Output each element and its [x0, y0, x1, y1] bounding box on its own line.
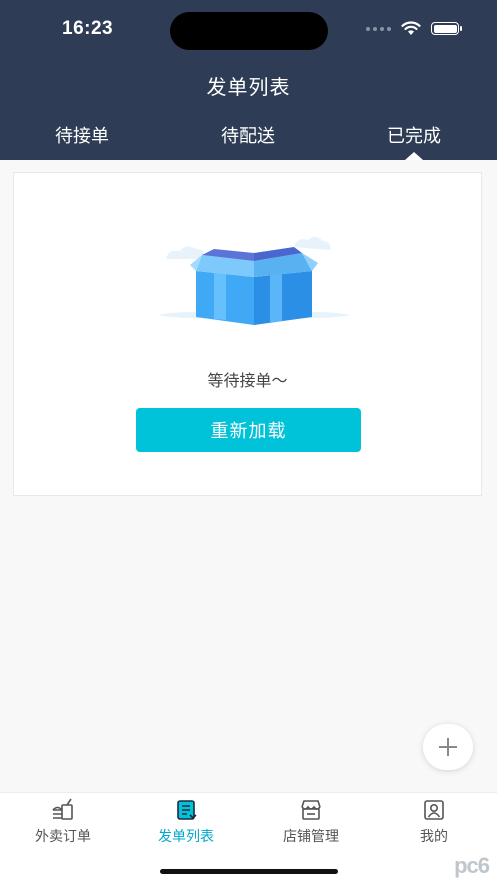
- tab-completed[interactable]: 已完成: [354, 122, 474, 160]
- open-box-illustration: [159, 236, 349, 325]
- reload-button[interactable]: 重新加载: [136, 408, 361, 452]
- watermark: pc6: [454, 853, 490, 878]
- header: 16:23 发单列表 待接单 待配送 已完成: [0, 0, 497, 160]
- nav-label-store-management: 店铺管理: [283, 829, 339, 845]
- order-list-icon: [177, 800, 197, 820]
- battery-icon: [431, 22, 462, 35]
- nav-label-order-list: 发单列表: [158, 829, 214, 845]
- tab-pending-delivery[interactable]: 待配送: [188, 122, 308, 148]
- add-button[interactable]: [423, 724, 473, 770]
- tab-bar: 待接单 待配送 已完成: [0, 122, 497, 160]
- nav-item-mine[interactable]: 我的: [379, 797, 489, 846]
- status-icons: [366, 21, 462, 36]
- page-title: 发单列表: [206, 75, 291, 99]
- signal-icon: [366, 26, 391, 31]
- wifi-icon: [401, 21, 421, 35]
- nav-label-takeout-orders: 外卖订单: [35, 829, 91, 845]
- nav-item-store-management[interactable]: 店铺管理: [256, 797, 366, 846]
- status-time: 16:23: [62, 18, 114, 39]
- tab-pending-accept[interactable]: 待接单: [22, 122, 142, 148]
- empty-state-card: 等待接单～ 重新加载: [13, 172, 482, 496]
- store-icon: [301, 800, 321, 820]
- home-indicator: [160, 869, 338, 874]
- nav-item-order-list[interactable]: 发单列表: [131, 797, 241, 846]
- empty-state-message: 等待接单～: [207, 371, 288, 390]
- plus-icon: [439, 738, 457, 756]
- nav-label-mine: 我的: [420, 829, 448, 845]
- nav-item-takeout-orders[interactable]: 外卖订单: [8, 797, 118, 846]
- dynamic-island: [170, 12, 328, 50]
- takeout-icon: [52, 798, 73, 820]
- profile-icon: [424, 800, 444, 820]
